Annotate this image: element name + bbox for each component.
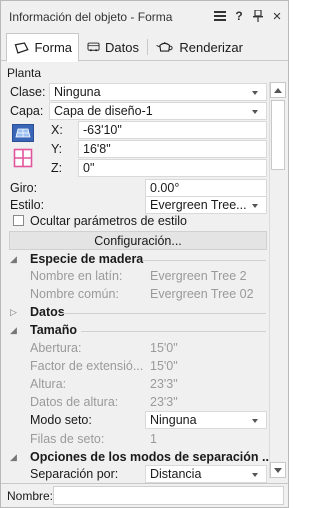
group-datos-title: Datos bbox=[30, 305, 65, 319]
group-divider bbox=[81, 331, 266, 332]
giro-label: Giro: bbox=[10, 181, 38, 195]
nombre-comun-label: Nombre común: bbox=[30, 287, 119, 301]
nombre-input[interactable] bbox=[53, 486, 284, 505]
abertura-label: Abertura: bbox=[30, 341, 82, 355]
nombre-comun-value: Evergreen Tree 02 bbox=[150, 287, 254, 301]
clase-value: Ninguna bbox=[54, 85, 101, 99]
datos-altura-label: Datos de altura: bbox=[30, 395, 119, 409]
capa-value: Capa de diseño-1 bbox=[54, 104, 153, 118]
hamburger-menu-icon[interactable] bbox=[212, 8, 228, 24]
tab-datos-label: Datos bbox=[105, 39, 139, 55]
help-button[interactable]: ? bbox=[231, 8, 247, 24]
modo-seto-label: Modo seto: bbox=[30, 413, 92, 427]
window-title: Información del objeto - Forma bbox=[9, 10, 173, 24]
configuracion-button-label: Configuración... bbox=[94, 233, 182, 248]
vertical-scrollbar[interactable] bbox=[269, 82, 286, 479]
estilo-dropdown[interactable]: Evergreen Tree... bbox=[145, 196, 267, 214]
x-label: X: bbox=[51, 123, 63, 137]
nombre-latin-label: Nombre en latín: bbox=[30, 269, 123, 283]
configuracion-button[interactable]: Configuración... bbox=[9, 231, 267, 250]
group-datos-header[interactable]: ▷ Datos bbox=[10, 305, 65, 319]
group-opciones-title: Opciones de los modos de separación ... bbox=[30, 450, 273, 464]
data-icon bbox=[87, 42, 100, 52]
y-field[interactable]: 16'8" bbox=[78, 140, 267, 158]
giro-field[interactable]: 0.00° bbox=[145, 179, 267, 197]
scroll-down-arrow-icon[interactable] bbox=[270, 462, 286, 478]
y-value: 16'8" bbox=[83, 142, 111, 156]
tab-forma[interactable]: Forma bbox=[6, 33, 79, 62]
expand-triangle-icon: ▷ bbox=[10, 306, 17, 317]
group-tamano-header[interactable]: ◢ Tamaño bbox=[10, 323, 77, 337]
reference-point-icon[interactable] bbox=[12, 147, 34, 169]
collapse-triangle-icon: ◢ bbox=[10, 253, 17, 264]
y-label: Y: bbox=[51, 142, 63, 156]
close-button[interactable]: × bbox=[269, 8, 285, 25]
collapse-triangle-icon: ◢ bbox=[10, 451, 17, 462]
modo-seto-value: Ninguna bbox=[150, 413, 197, 427]
nombre-label: Nombre: bbox=[7, 489, 54, 503]
object-info-palette: Información del objeto - Forma ? × Forma… bbox=[0, 0, 289, 508]
abertura-value: 15'0" bbox=[150, 341, 178, 355]
z-field[interactable]: 0" bbox=[78, 159, 267, 177]
separacion-dropdown[interactable]: Distancia bbox=[145, 465, 267, 483]
capa-label: Capa: bbox=[10, 104, 44, 118]
clase-dropdown[interactable]: Ninguna bbox=[49, 83, 267, 101]
factor-label: Factor de extensió... bbox=[30, 359, 144, 373]
pin-icon[interactable] bbox=[250, 8, 266, 24]
separacion-label: Separación por: bbox=[30, 467, 119, 481]
ocultar-checkbox[interactable] bbox=[13, 215, 24, 226]
tab-renderizar-label: Renderizar bbox=[179, 39, 243, 55]
x-value: -63'10" bbox=[83, 123, 122, 137]
tab-bar: Forma Datos Renderizar bbox=[1, 31, 288, 62]
shape-icon bbox=[14, 41, 29, 54]
z-value: 0" bbox=[83, 161, 95, 175]
altura-label: Altura: bbox=[30, 377, 67, 391]
group-especie-title: Especie de madera bbox=[30, 252, 144, 266]
tab-datos[interactable]: Datos bbox=[81, 33, 145, 61]
modo-seto-dropdown[interactable]: Ninguna bbox=[145, 411, 267, 429]
z-label: Z: bbox=[51, 161, 63, 175]
filas-seto-label: Filas de seto: bbox=[30, 432, 105, 446]
tab-divider bbox=[147, 39, 148, 55]
capa-dropdown[interactable]: Capa de diseño-1 bbox=[49, 102, 267, 120]
clase-label: Clase: bbox=[10, 85, 46, 99]
altura-value: 23'3" bbox=[150, 377, 178, 391]
group-especie-header[interactable]: ◢ Especie de madera bbox=[10, 252, 143, 266]
separacion-value: Distancia bbox=[150, 467, 202, 481]
group-divider bbox=[59, 313, 266, 314]
group-tamano-title: Tamaño bbox=[30, 323, 77, 337]
factor-value: 15'0" bbox=[150, 359, 178, 373]
nombre-bar: Nombre: bbox=[1, 483, 288, 507]
x-field[interactable]: -63'10" bbox=[78, 121, 267, 139]
section-title: Planta bbox=[7, 66, 42, 80]
giro-value: 0.00° bbox=[150, 181, 180, 195]
group-opciones-header[interactable]: ◢ Opciones de los modos de separación ..… bbox=[10, 450, 272, 464]
nombre-latin-value: Evergreen Tree 2 bbox=[150, 269, 247, 283]
title-bar: Información del objeto - Forma ? × bbox=[1, 1, 288, 31]
datos-altura-value: 23'3" bbox=[150, 395, 178, 409]
estilo-value: Evergreen Tree... bbox=[150, 198, 247, 212]
tab-renderizar[interactable]: Renderizar bbox=[149, 33, 249, 61]
tab-forma-label: Forma bbox=[34, 40, 72, 55]
collapse-triangle-icon: ◢ bbox=[10, 324, 17, 335]
group-divider bbox=[143, 260, 266, 261]
scrollbar-thumb[interactable] bbox=[271, 100, 285, 170]
bounding-box-icon[interactable] bbox=[12, 124, 34, 142]
scroll-up-arrow-icon[interactable] bbox=[270, 82, 286, 98]
estilo-label: Estilo: bbox=[10, 198, 45, 212]
ocultar-label: Ocultar parámetros de estilo bbox=[30, 214, 188, 228]
render-teapot-icon bbox=[156, 42, 173, 52]
filas-seto-value: 1 bbox=[150, 432, 157, 446]
